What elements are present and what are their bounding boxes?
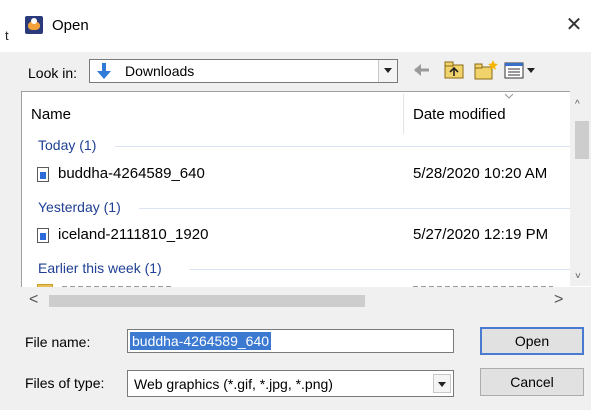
scroll-down-icon[interactable]: ˅ — [575, 271, 581, 282]
view-menu-button[interactable] — [503, 58, 543, 82]
group-divider — [189, 269, 585, 270]
scroll-left-icon[interactable]: < — [29, 291, 38, 309]
chevron-down-icon — [438, 382, 446, 387]
title-bar: t Open ✕ — [0, 0, 591, 52]
group-header-yesterday[interactable]: Yesterday (1) — [38, 199, 121, 215]
group-header-today[interactable]: Today (1) — [38, 137, 96, 153]
close-button[interactable]: ✕ — [557, 8, 591, 42]
file-type-dropdown-button[interactable] — [433, 374, 451, 393]
file-name: iceland-2111810_1920 — [58, 226, 209, 243]
scroll-up-icon[interactable]: ^ — [575, 99, 580, 110]
new-folder-button[interactable] — [473, 58, 499, 82]
file-name-input[interactable]: buddha-4264589_640 — [127, 329, 454, 353]
group-divider — [115, 146, 585, 147]
file-list[interactable]: Name Date modified Today (1) buddha-4264… — [21, 91, 591, 314]
look-in-dropdown[interactable]: Downloads — [89, 59, 398, 83]
new-folder-icon — [474, 60, 498, 80]
horizontal-scroll-thumb[interactable] — [49, 295, 365, 307]
cancel-button[interactable]: Cancel — [480, 368, 584, 396]
up-one-level-button[interactable] — [442, 58, 466, 82]
image-file-icon — [37, 167, 49, 182]
back-arrow-icon — [414, 64, 429, 76]
file-date: 5/28/2020 10:20 AM — [413, 165, 548, 182]
group-divider — [139, 208, 585, 209]
look-in-dropdown-button[interactable] — [378, 60, 397, 82]
open-button[interactable]: Open — [480, 327, 584, 355]
chevron-down-icon — [384, 68, 392, 73]
app-icon — [25, 16, 43, 34]
look-in-label: Look in: — [28, 65, 78, 81]
image-file-icon — [37, 228, 49, 243]
vertical-scrollbar[interactable]: ^ ˅ — [570, 91, 591, 286]
column-header-name[interactable]: Name — [31, 106, 71, 123]
file-date: 5/27/2020 12:19 PM — [413, 226, 549, 243]
vertical-scroll-thumb[interactable] — [575, 121, 589, 159]
download-folder-icon — [97, 63, 111, 79]
dialog-title: Open — [52, 17, 89, 34]
file-name: buddha-4264589_640 — [58, 165, 205, 182]
open-file-dialog: t Open ✕ Look in: Downloads Name Date mo… — [0, 0, 591, 410]
file-type-dropdown[interactable]: Web graphics (*.gif, *.jpg, *.png) — [127, 370, 454, 397]
column-divider[interactable] — [403, 94, 404, 134]
sort-chevron-icon — [505, 93, 513, 99]
background-text-fragment: t — [5, 28, 9, 43]
look-in-value: Downloads — [125, 63, 195, 79]
file-name-value: buddha-4264589_640 — [130, 332, 272, 350]
close-icon: ✕ — [565, 14, 583, 36]
view-menu-icon — [504, 62, 535, 79]
file-type-value: Web graphics (*.gif, *.jpg, *.png) — [134, 376, 333, 392]
column-header-date-modified[interactable]: Date modified — [413, 106, 506, 123]
scroll-right-icon[interactable]: > — [554, 291, 563, 309]
horizontal-scrollbar[interactable]: < > — [21, 287, 591, 314]
back-button[interactable] — [410, 58, 434, 82]
up-one-level-icon — [444, 61, 464, 79]
group-header-earlier-this-week[interactable]: Earlier this week (1) — [38, 260, 162, 276]
file-type-label: Files of type: — [25, 375, 105, 391]
file-name-label: File name: — [25, 334, 91, 350]
